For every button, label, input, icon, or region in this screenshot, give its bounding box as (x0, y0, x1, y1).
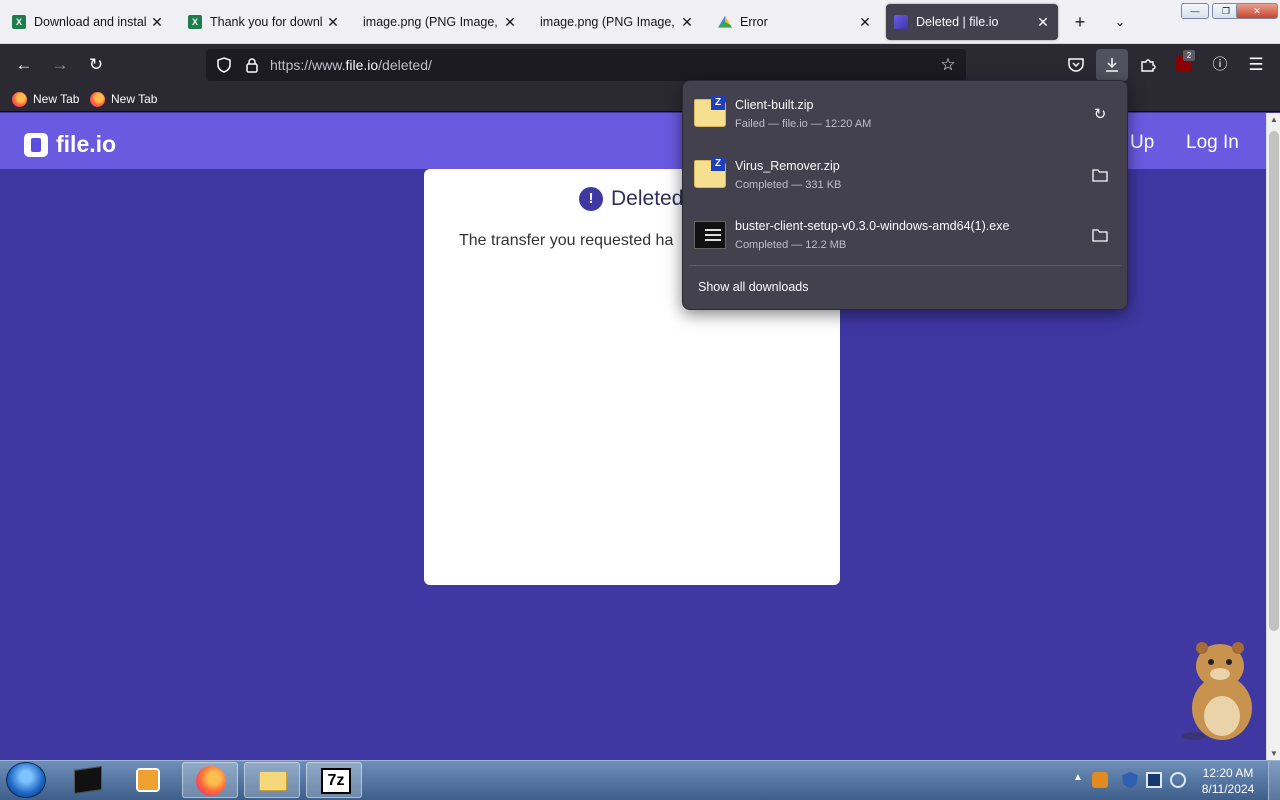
tab-deleted-fileio[interactable]: Deleted | file.io ✕ (886, 4, 1058, 40)
executable-file-icon (694, 221, 726, 249)
close-icon[interactable]: ✕ (326, 15, 340, 29)
downloads-button[interactable] (1096, 49, 1128, 81)
login-link[interactable]: Log In (1186, 132, 1239, 154)
close-icon[interactable]: ✕ (858, 15, 872, 29)
download-name: Virus_Remover.zip (735, 159, 840, 173)
signup-link[interactable]: Up (1130, 132, 1154, 154)
card-title: Deleted (611, 187, 684, 210)
system-clock[interactable]: 12:20 AM 8/11/2024 (1196, 765, 1260, 797)
menu-hamburger-icon[interactable]: ☰ (1242, 51, 1270, 79)
tab-download-install[interactable]: X Download and install and ✕ (4, 4, 172, 40)
google-drive-icon (718, 15, 732, 28)
url-text[interactable]: https://www.file.io/deleted/ (270, 57, 432, 73)
scrollbar-thumb[interactable] (1269, 131, 1279, 631)
terminal-icon[interactable] (60, 762, 116, 798)
close-icon[interactable]: ✕ (680, 15, 694, 29)
tab-title: Deleted | file.io (916, 15, 999, 29)
minimize-button[interactable]: — (1181, 3, 1209, 19)
firefox-icon (12, 91, 27, 107)
tab-thank-you[interactable]: X Thank you for downloading ✕ (180, 4, 348, 40)
panel-divider (689, 265, 1121, 266)
zip-file-icon: Z (694, 157, 726, 188)
close-icon[interactable]: ✕ (503, 15, 517, 29)
folder-icon[interactable] (1088, 223, 1112, 247)
download-item-buster-client[interactable] (692, 208, 1118, 264)
fileio-logo-icon (24, 132, 48, 157)
download-name: Client-built.zip (735, 98, 814, 112)
info-icon[interactable]: ⓘ (1206, 51, 1234, 79)
new-tab-button[interactable]: + (1066, 8, 1094, 36)
volume-icon[interactable] (1170, 772, 1186, 788)
tray-app-icon[interactable] (1092, 772, 1108, 788)
scroll-down-icon[interactable]: ▼ (1267, 749, 1280, 758)
windows-start-icon[interactable] (6, 762, 46, 798)
exclamation-icon: ! (579, 187, 603, 211)
download-status: Completed — 12.2 MB (735, 239, 847, 251)
list-all-tabs-button[interactable]: ⌄ (1106, 8, 1134, 36)
card-message: The transfer you requested ha (459, 232, 674, 249)
extensions-puzzle-icon[interactable] (1134, 51, 1162, 79)
close-icon[interactable]: ✕ (150, 15, 164, 29)
download-status: Completed — 331 KB (735, 179, 842, 191)
fileio-icon (894, 15, 908, 29)
pocket-icon[interactable] (1062, 51, 1090, 79)
spreadsheet-icon: X (12, 15, 26, 29)
fileio-logo[interactable]: file.io (24, 131, 116, 158)
scroll-up-icon[interactable]: ▲ (1267, 115, 1280, 124)
show-all-downloads-button[interactable]: Show all downloads (698, 280, 809, 294)
shield-icon[interactable] (210, 51, 238, 79)
bookmark-new-tab-1[interactable]: New Tab (12, 90, 79, 108)
retry-icon[interactable]: ↻ (1088, 103, 1112, 127)
forward-arrow-icon[interactable]: → (46, 51, 74, 79)
extension-badge: 2 (1183, 50, 1195, 61)
bookmark-new-tab-2[interactable]: New Tab (90, 90, 157, 108)
firefox-icon (90, 91, 105, 107)
reload-icon[interactable]: ↻ (82, 51, 110, 79)
tab-title: image.png (PNG Image, 1... (540, 15, 676, 29)
download-item-virus-remover[interactable] (692, 148, 1118, 204)
bookmark-star-icon[interactable]: ☆ (934, 51, 962, 79)
spreadsheet-icon: X (188, 15, 202, 29)
tab-title: Thank you for downloading (210, 15, 322, 29)
network-icon[interactable] (1146, 772, 1162, 788)
tab-title: Error (740, 15, 768, 29)
download-status: Failed — file.io — 12:20 AM (735, 118, 872, 130)
download-item-client-built[interactable] (692, 88, 1118, 144)
firefox-icon[interactable] (182, 762, 238, 798)
hamster-mascot (1180, 638, 1260, 742)
media-player-icon[interactable] (120, 762, 176, 798)
folder-icon[interactable] (1088, 163, 1112, 187)
download-name: buster-client-setup-v0.3.0-windows-amd64… (735, 219, 1010, 233)
tab-title: image.png (PNG Image, 1... (363, 15, 499, 29)
zip-file-icon: Z (694, 96, 726, 127)
show-hidden-icons-icon[interactable]: ▲ (1070, 772, 1086, 788)
tab-error[interactable]: Error ✕ (710, 4, 880, 40)
tab-image-1[interactable]: image.png (PNG Image, 1... ✕ (355, 4, 525, 40)
tab-title: Download and install and (34, 15, 146, 29)
file-explorer-icon[interactable] (244, 762, 300, 798)
lock-icon[interactable] (238, 51, 266, 79)
close-window-button[interactable]: ✕ (1236, 3, 1278, 19)
page-scrollbar[interactable]: ▲ ▼ (1266, 113, 1280, 760)
close-icon[interactable]: ✕ (1036, 15, 1050, 29)
download-icon (1106, 58, 1118, 72)
7zip-icon[interactable]: 7z (306, 762, 362, 798)
show-desktop-button[interactable] (1268, 761, 1280, 800)
back-arrow-icon[interactable]: ← (10, 51, 38, 79)
tab-image-2[interactable]: image.png (PNG Image, 1... ✕ (532, 4, 702, 40)
